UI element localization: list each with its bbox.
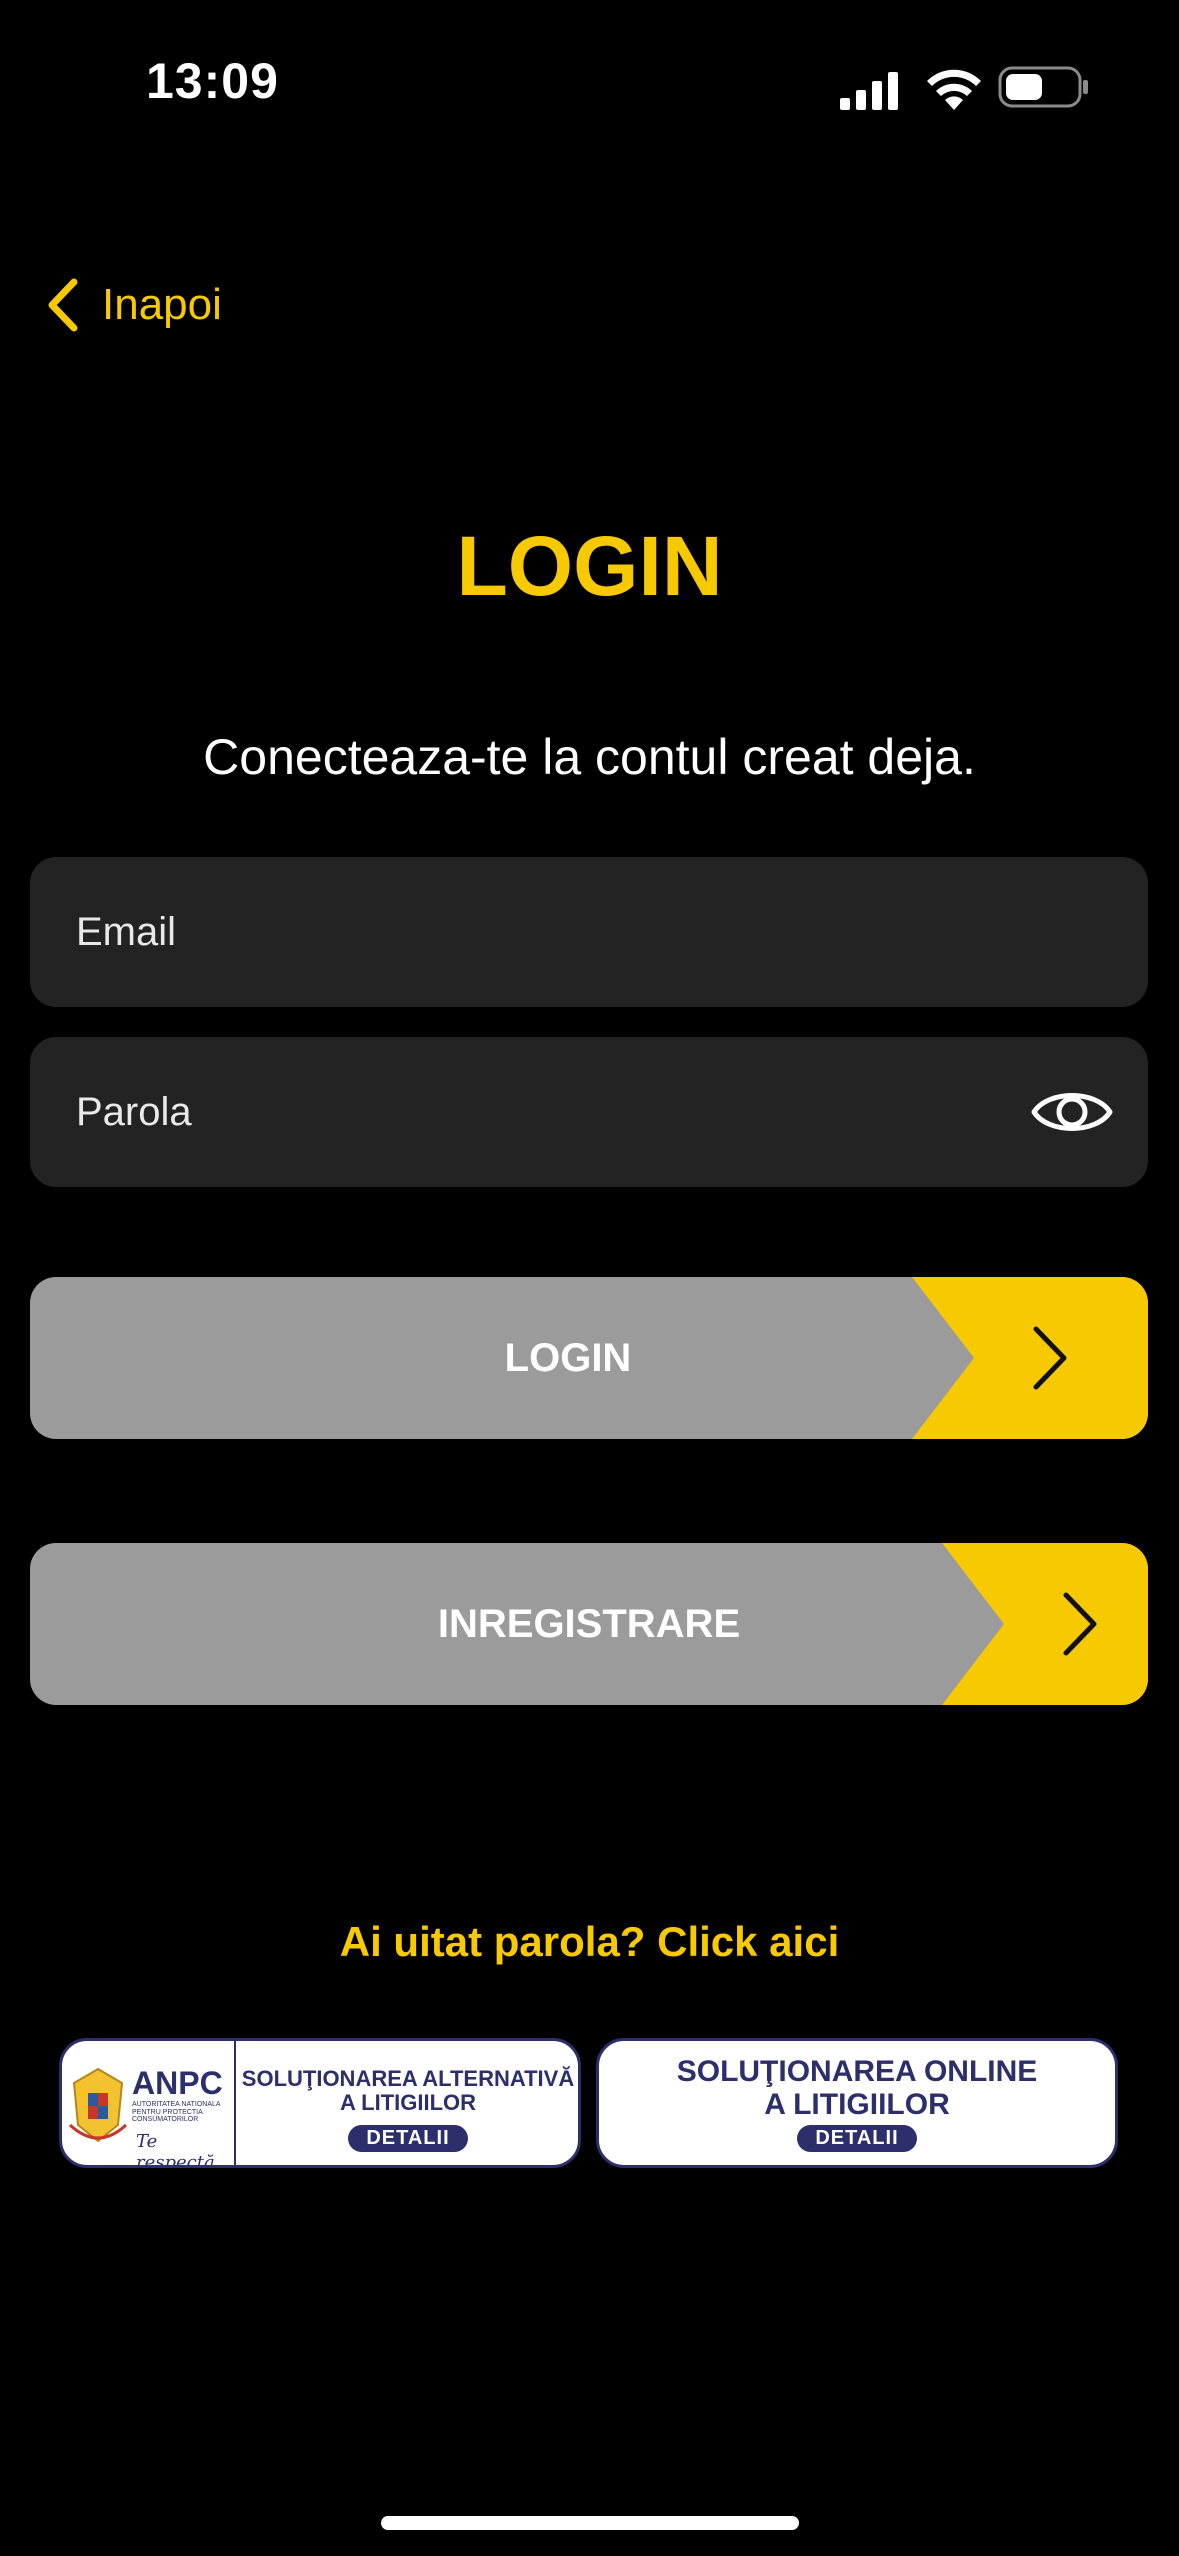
login-button[interactable]: LOGIN [30,1277,1148,1439]
page-subtitle: Conecteaza-te la contul creat deja. [203,729,976,785]
chevron-right-icon [912,1277,1148,1439]
sol-banner-line1: SOLUŢIONAREA ONLINE [676,2055,1038,2088]
anpc-logo: ANPC AUTORITATEA NATIONALA PENTRU PROTEC… [62,2041,236,2165]
page-title: LOGIN [456,519,723,613]
register-button[interactable]: INREGISTRARE [30,1543,1148,1705]
chevron-left-icon [48,278,78,332]
sal-banner-text: SOLUŢIONAREA ALTERNATIVĂ A LITIGIILOR DE… [236,2066,578,2153]
chevron-right-icon [942,1543,1148,1705]
cellular-signal-icon [840,72,898,110]
sal-banner-line1: SOLUŢIONAREA ALTERNATIVĂ [241,2066,575,2091]
coat-of-arms-icon [68,2067,128,2143]
back-label: Inapoi [102,280,222,329]
sol-banner[interactable]: SOLUŢIONAREA ONLINE A LITIGIILOR DETALII [596,2038,1118,2168]
sol-banner-line2: A LITIGIILOR [764,2088,950,2121]
forgot-password-link[interactable]: Ai uitat parola? Click aici [0,1918,1179,1966]
email-field-container [30,857,1148,1007]
password-field[interactable] [76,1089,949,1135]
sol-details-button[interactable]: DETALII [797,2125,917,2152]
sol-banner-text: SOLUŢIONAREA ONLINE A LITIGIILOR DETALII [599,2055,1115,2152]
status-icons [840,62,1090,112]
wifi-icon [927,69,981,110]
email-field[interactable] [76,909,949,955]
anpc-logo-small: AUTORITATEA NATIONALA PENTRU PROTECTIA C… [132,2101,221,2124]
back-button[interactable]: Inapoi [46,270,222,340]
status-time: 13:09 [146,53,279,109]
anpc-logo-tagline: Te respectă [136,2131,215,2168]
sal-banner[interactable]: ANPC AUTORITATEA NATIONALA PENTRU PROTEC… [59,2038,581,2168]
login-screen: 13:09 Inapoi LOGIN Conecteaza-te la cont… [0,0,1179,2556]
anpc-logo-text: ANPC [132,2065,223,2101]
eye-icon[interactable] [1030,1082,1114,1142]
sal-banner-line2: A LITIGIILOR [339,2090,477,2116]
home-indicator[interactable] [381,2516,799,2530]
sal-details-button[interactable]: DETALII [348,2125,468,2153]
password-field-container [30,1037,1148,1187]
battery-icon [998,66,1088,108]
